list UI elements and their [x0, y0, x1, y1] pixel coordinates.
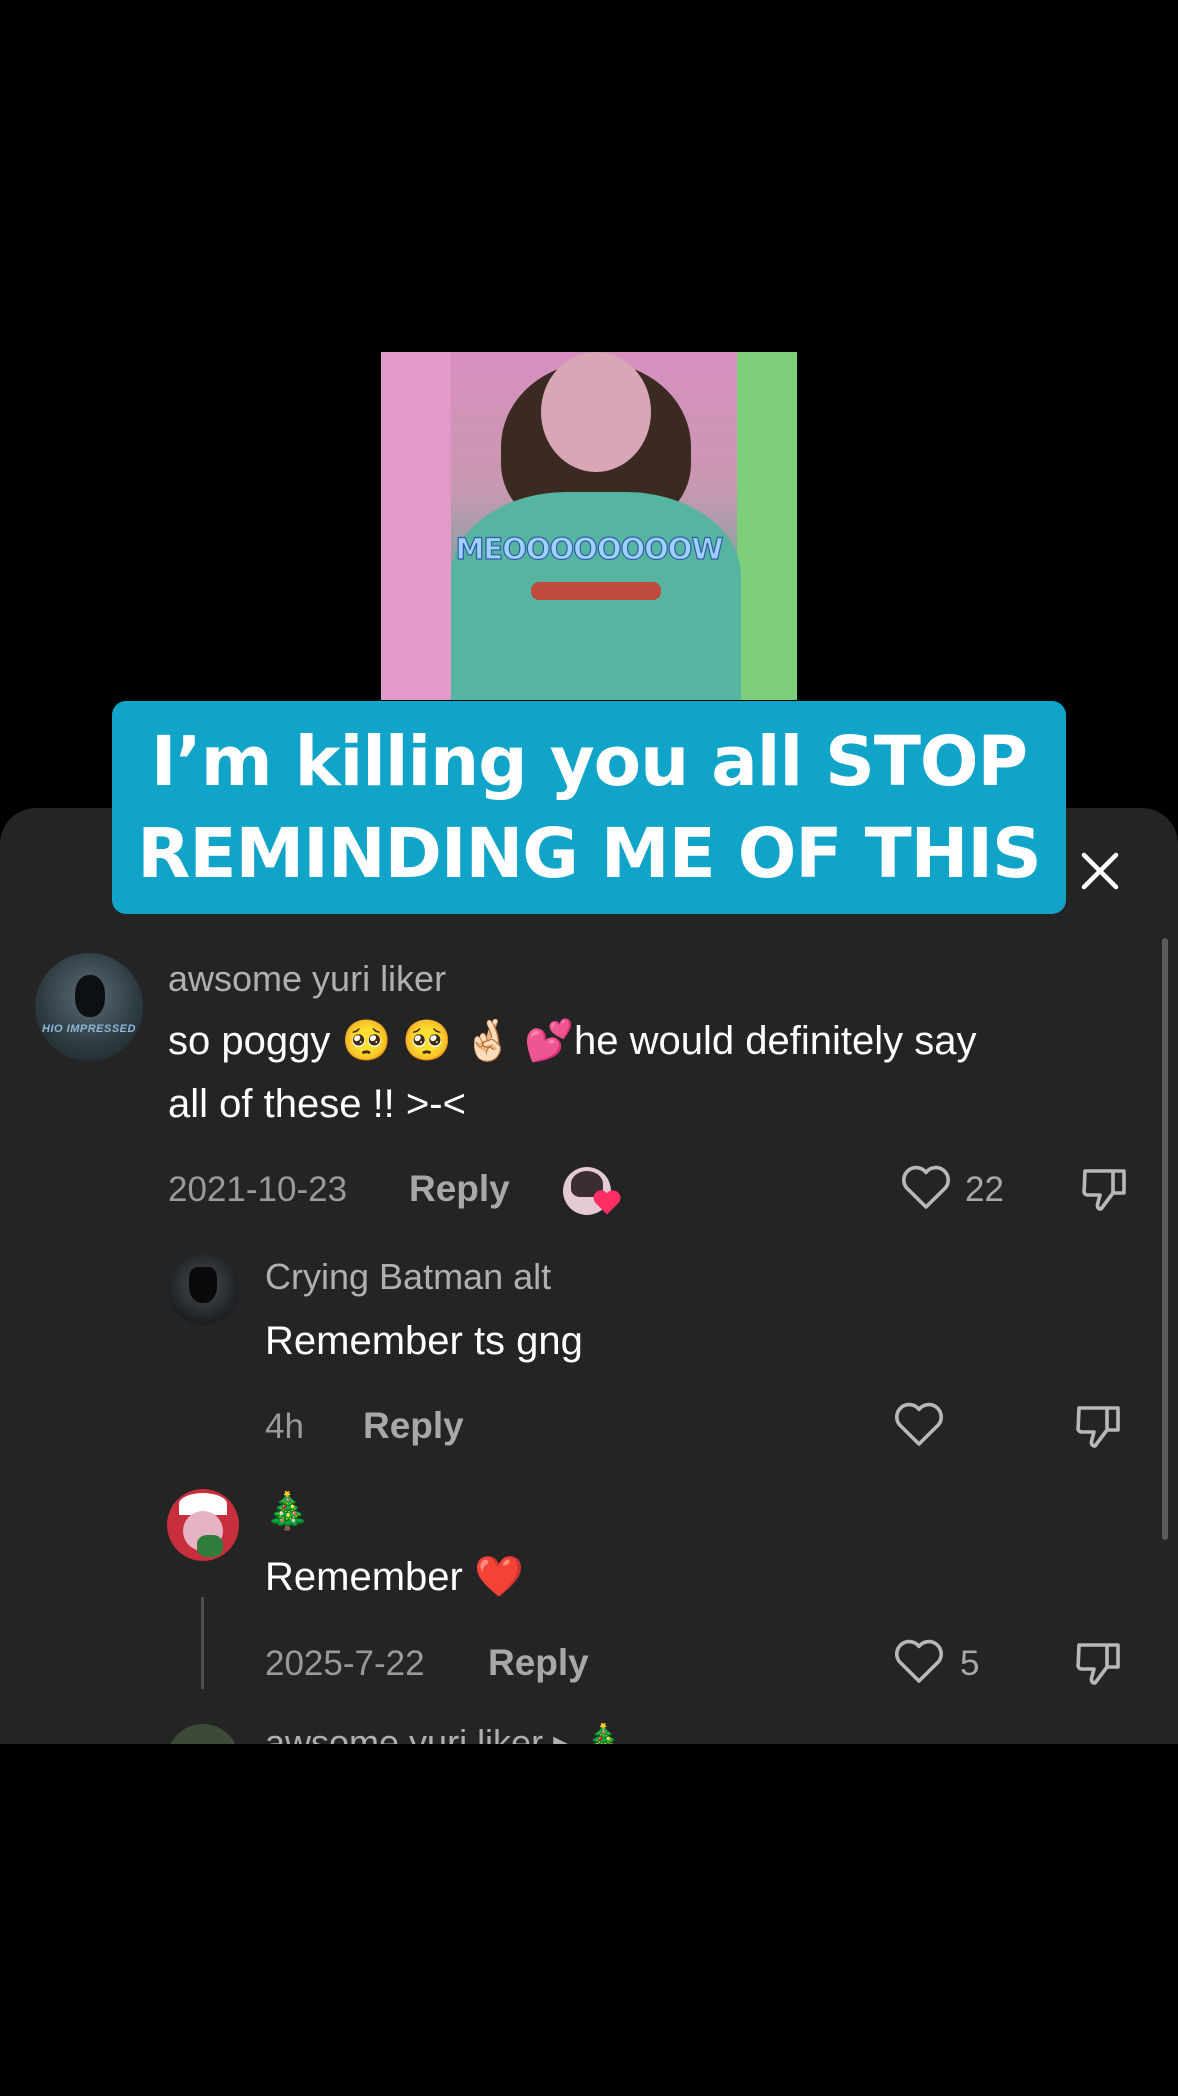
avatar[interactable]	[167, 1489, 239, 1561]
avatar-text: HIO IMPRESSED	[42, 1023, 136, 1035]
heart-icon[interactable]	[893, 1638, 945, 1686]
comment-username[interactable]: 🎄	[265, 1490, 310, 1532]
comment-date: 2025-7-22	[265, 1644, 425, 1683]
comment-username[interactable]: awsome yuri liker	[168, 958, 446, 1000]
thumb-face	[541, 352, 651, 472]
creator-heart-icon	[593, 1190, 621, 1215]
comment-text: Remember ts gng	[265, 1319, 583, 1363]
overlay-line-1: I’m killing you all STOP	[150, 721, 1028, 802]
dislike-icon[interactable]	[1079, 1163, 1131, 1215]
dislike-icon[interactable]	[1073, 1400, 1125, 1452]
bottom-area	[0, 1744, 1178, 2096]
overlay-text-banner: I’m killing you all STOP REMINDING ME OF…	[112, 701, 1066, 914]
heart-icon[interactable]	[893, 1401, 945, 1449]
thread-line	[201, 1597, 204, 1689]
close-icon	[1081, 852, 1119, 890]
reply-button[interactable]: Reply	[409, 1168, 510, 1210]
overlay-line-2: REMINDING ME OF THIS	[137, 813, 1042, 894]
close-button[interactable]	[1075, 846, 1125, 896]
avatar-leaf	[197, 1535, 223, 1557]
avatar-figure	[75, 975, 105, 1017]
avatar-figure	[189, 1267, 217, 1303]
comment-text: Remember ❤️	[265, 1555, 524, 1599]
comment-text-line: so poggy 🥺 🥺 🤞🏻 💕he would definitely say	[168, 1019, 977, 1063]
comment-date: 4h	[265, 1407, 304, 1446]
comment-username[interactable]: Crying Batman alt	[265, 1256, 551, 1298]
thumb-background	[381, 352, 451, 700]
comment-text: so poggy 🥺 🥺 🤞🏻 💕he would definitely say…	[168, 1010, 976, 1136]
heart-icon[interactable]	[900, 1164, 952, 1212]
avatar[interactable]: HIO IMPRESSED	[35, 953, 143, 1061]
video-thumbnail[interactable]: MEOOOOOOOOW	[381, 352, 797, 700]
avatar[interactable]	[167, 1253, 239, 1325]
comment-date: 2021-10-23	[168, 1170, 348, 1209]
comment-text-line: all of these !! >-<	[168, 1082, 466, 1126]
dislike-icon[interactable]	[1073, 1637, 1125, 1689]
like-count: 22	[965, 1170, 1004, 1209]
overlay-text: I’m killing you all STOP REMINDING ME OF…	[127, 716, 1051, 900]
thumb-background-right	[737, 352, 797, 700]
like-count: 5	[960, 1644, 980, 1683]
thumb-stripe	[531, 582, 661, 600]
reply-button[interactable]: Reply	[363, 1405, 464, 1447]
video-caption: MEOOOOOOOOW	[455, 531, 724, 566]
scrollbar[interactable]	[1162, 938, 1168, 1540]
reply-button[interactable]: Reply	[488, 1642, 589, 1684]
